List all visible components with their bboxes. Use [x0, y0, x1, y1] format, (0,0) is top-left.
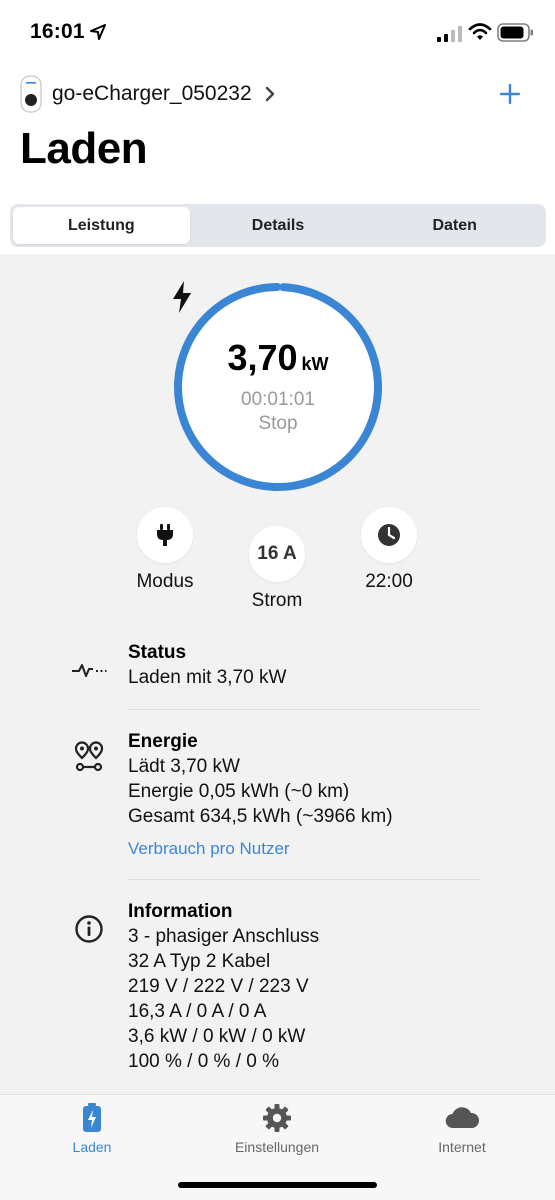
chevron-right-icon	[265, 86, 274, 102]
elapsed-time: 00:01:01	[241, 389, 315, 410]
info-line: 32 A Typ 2 Kabel	[128, 951, 271, 972]
tab-details[interactable]: Details	[190, 207, 367, 244]
clock-icon	[378, 524, 400, 546]
battery-icon	[497, 23, 533, 42]
current-label: Strom	[251, 590, 303, 611]
cloud-icon	[445, 1107, 480, 1129]
stop-button[interactable]: Stop	[258, 413, 297, 435]
home-indicator	[178, 1182, 377, 1188]
tab-daten[interactable]: Daten	[366, 207, 543, 244]
power-unit: kW	[301, 354, 329, 374]
current-control[interactable]: 16 A Strom	[240, 526, 314, 612]
wallbox-charger-icon	[20, 75, 42, 113]
timer-label: 22:00	[365, 571, 413, 592]
tab-laden-label: Laden	[72, 1139, 112, 1155]
tab-einstellungen-label: Einstellungen	[234, 1139, 320, 1155]
tab-einstellungen[interactable]: Einstellungen	[217, 1103, 337, 1155]
energy-charging-line: Lädt 3,70 kW	[128, 756, 240, 777]
status-time: 16:01	[30, 20, 85, 43]
main-content: 3,70 kW 00:01:01 Stop Modus 16 A Strom 2…	[0, 254, 555, 1094]
energy-total-line: Gesamt 634,5 kWh (~3966 km)	[128, 806, 393, 827]
consumption-per-user-link[interactable]: Verbrauch pro Nutzer	[128, 839, 480, 859]
mode-control[interactable]: Modus	[128, 507, 202, 593]
info-line: 219 V / 222 V / 223 V	[128, 976, 309, 997]
device-name: go-eCharger_050232	[52, 82, 252, 105]
view-segmented-control: Leistung Details Daten	[10, 204, 546, 247]
power-ring: 3,70 kW 00:01:01 Stop	[172, 281, 384, 493]
divider	[128, 709, 480, 710]
timer-control[interactable]: 22:00	[352, 507, 426, 593]
route-pins-icon	[71, 739, 107, 775]
information-title: Information	[128, 901, 233, 922]
tab-laden[interactable]: Laden	[52, 1103, 132, 1155]
tab-internet-label: Internet	[438, 1139, 486, 1155]
power-value: 3,70	[227, 337, 298, 378]
information-section: Information 3 - phasiger Anschluss 32 A …	[75, 899, 480, 1074]
add-device-button[interactable]	[495, 78, 525, 110]
tab-internet[interactable]: Internet	[422, 1103, 502, 1155]
battery-charging-icon	[83, 1103, 101, 1132]
cellular-signal-icon	[437, 26, 462, 42]
plug-icon	[157, 524, 173, 546]
current-value: 16 A	[257, 543, 297, 564]
status-title: Status	[128, 642, 187, 663]
tab-leistung[interactable]: Leistung	[13, 207, 190, 244]
device-selector[interactable]: go-eCharger_050232	[20, 74, 276, 114]
status-line: Laden mit 3,70 kW	[128, 667, 287, 688]
plus-icon	[499, 83, 521, 105]
info-line: 3 - phasiger Anschluss	[128, 926, 320, 947]
lightning-bolt-icon	[173, 281, 191, 313]
info-line: 16,3 A / 0 A / 0 A	[128, 1001, 267, 1022]
page-title: Laden	[20, 124, 148, 173]
status-section: Status Laden mit 3,70 kW	[72, 640, 480, 690]
info-icon	[71, 911, 107, 947]
power-readout: 3,70 kW	[173, 281, 329, 379]
wifi-icon	[468, 23, 492, 40]
mode-button[interactable]	[137, 507, 193, 563]
timer-button[interactable]	[361, 507, 417, 563]
energy-title: Energie	[128, 731, 198, 752]
energy-session-line: Energie 0,05 kWh (~0 km)	[128, 781, 350, 802]
gear-icon	[263, 1104, 291, 1132]
info-line: 3,6 kW / 0 kW / 0 kW	[128, 1026, 306, 1047]
location-arrow-icon	[90, 24, 106, 40]
heartbeat-icon	[71, 652, 107, 688]
info-line: 100 % / 0 % / 0 %	[128, 1051, 280, 1072]
energy-section: Energie Lädt 3,70 kW Energie 0,05 kWh (~…	[74, 729, 480, 859]
mode-label: Modus	[136, 571, 194, 592]
current-button[interactable]: 16 A	[249, 526, 305, 582]
divider	[128, 879, 480, 880]
status-bar: 16:01	[0, 0, 555, 66]
